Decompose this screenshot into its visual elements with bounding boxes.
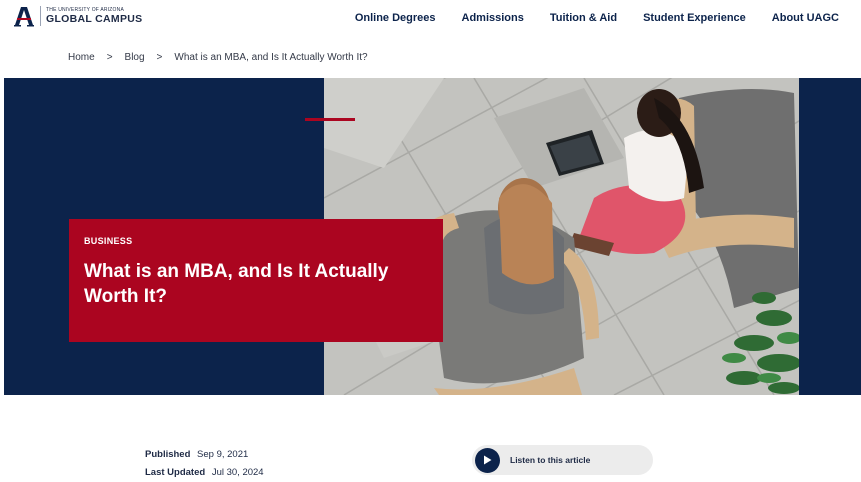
published-label: Published [145,449,191,460]
primary-nav: Online Degrees Admissions Tuition & Aid … [355,0,861,36]
breadcrumb: Home > Blog > What is an MBA, and Is It … [0,36,861,78]
listen-to-article-button[interactable]: Listen to this article [472,445,653,475]
play-button[interactable] [475,447,500,473]
breadcrumb-separator: > [106,51,113,63]
logo-university-text: THE UNIVERSITY OF ARIZONA [46,6,124,13]
nav-about-uagc[interactable]: About UAGC [772,12,839,24]
nav-online-degrees[interactable]: Online Degrees [355,12,436,24]
top-navigation: THE UNIVERSITY OF ARIZONA GLOBAL CAMPUS … [0,0,861,36]
play-icon [484,455,492,465]
article-hero: BUSINESS What is an MBA, and Is It Actua… [0,78,861,395]
published-line: Published Sep 9, 2021 [145,446,264,464]
nav-tuition-aid[interactable]: Tuition & Aid [550,12,617,24]
logo-divider [40,6,41,26]
updated-label: Last Updated [145,467,206,479]
hero-accent-bar [305,118,355,121]
published-date: Sep 9, 2021 [197,449,249,460]
nav-student-experience[interactable]: Student Experience [643,12,746,24]
listen-label: Listen to this article [510,455,591,465]
updated-date: Jul 30, 2024 [211,467,264,479]
article-category[interactable]: BUSINESS [84,236,428,246]
updated-line: Last Updated Jul 30, 2024 [145,464,264,482]
hero-edge [0,78,4,395]
breadcrumb-current: What is an MBA, and Is It Actually Worth… [174,51,368,63]
breadcrumb-separator: > [156,51,163,63]
breadcrumb-home[interactable]: Home [68,52,95,63]
site-logo[interactable]: THE UNIVERSITY OF ARIZONA GLOBAL CAMPUS [13,5,142,27]
article-title: What is an MBA, and Is It Actually Worth… [84,261,389,308]
university-a-logo-icon [14,7,34,27]
hero-title-card: BUSINESS What is an MBA, and Is It Actua… [69,219,443,342]
nav-admissions[interactable]: Admissions [462,12,524,24]
breadcrumb-blog[interactable]: Blog [125,52,145,63]
logo-campus-text: GLOBAL CAMPUS [46,12,143,25]
